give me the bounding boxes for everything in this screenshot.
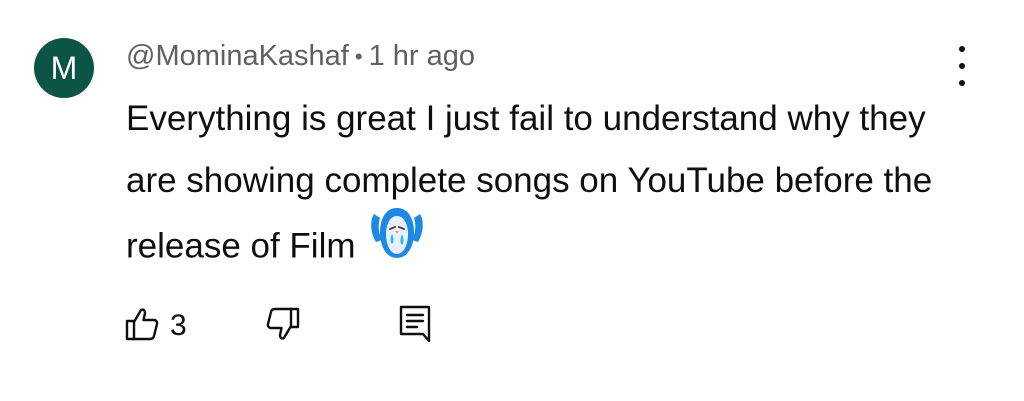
- dislike-button[interactable]: [265, 306, 301, 347]
- reply-button[interactable]: [397, 304, 433, 349]
- more-options-button[interactable]: [948, 46, 976, 86]
- comment-actions: 3: [124, 304, 433, 349]
- comment-header: @MominaKashaf • 1 hr ago: [126, 40, 475, 73]
- more-vertical-icon: [959, 46, 965, 52]
- reply-comment-icon: [397, 304, 433, 349]
- comment-item: M @MominaKashaf • 1 hr ago Everything is…: [0, 0, 1024, 401]
- thumbs-down-icon: [265, 306, 301, 347]
- like-button[interactable]: 3: [124, 306, 187, 347]
- comment-timestamp[interactable]: 1 hr ago: [369, 40, 475, 73]
- avatar-letter: M: [50, 50, 78, 86]
- crying-face-icon: [366, 202, 428, 284]
- like-count: 3: [170, 309, 187, 342]
- comment-body: Everything is great I just fail to under…: [126, 99, 933, 266]
- header-separator: •: [354, 43, 363, 69]
- avatar[interactable]: M: [34, 38, 94, 98]
- author-name[interactable]: @MominaKashaf: [126, 40, 349, 73]
- comment-text: Everything is great I just fail to under…: [126, 88, 966, 284]
- thumbs-up-icon: [124, 306, 160, 347]
